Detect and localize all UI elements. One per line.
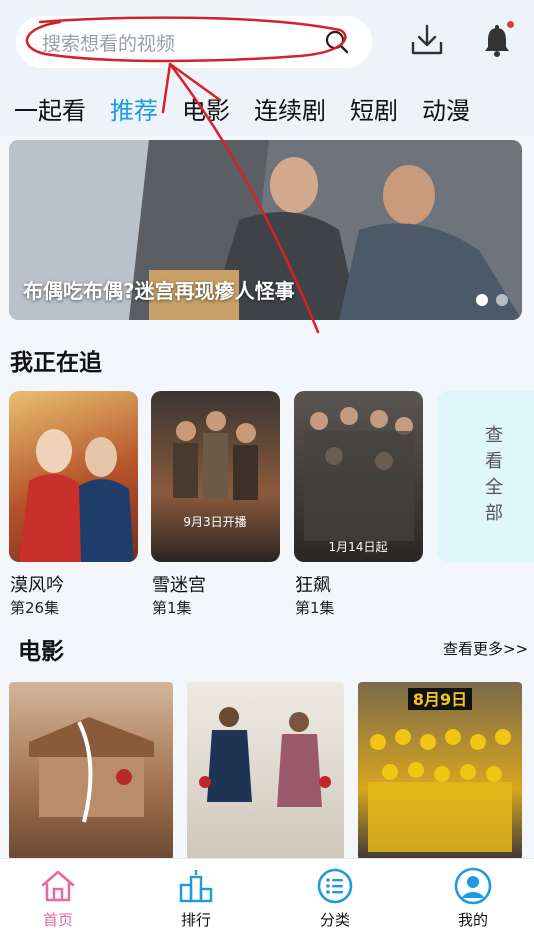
- movie-poster-3[interactable]: 8月9日: [358, 682, 522, 860]
- poster-date-text: 8月9日: [413, 690, 467, 709]
- poster-image: [199, 707, 331, 807]
- movies-more-link[interactable]: 查看更多>>: [443, 638, 528, 659]
- search-bar[interactable]: 搜索想看的视频: [16, 16, 372, 68]
- nav-category[interactable]: 分类: [285, 867, 385, 930]
- banner-caption: 布偶吃布偶?迷宫再现瘆人怪事: [23, 279, 295, 303]
- movies-section-title: 电影: [18, 639, 64, 665]
- movie-poster-2[interactable]: [187, 682, 344, 860]
- watching-poster-2[interactable]: 9月3日开播: [151, 391, 280, 562]
- home-icon: [41, 870, 75, 902]
- tab-recommend[interactable]: 推荐: [110, 91, 158, 126]
- hero-banner[interactable]: 布偶吃布偶?迷宫再现瘆人怪事: [9, 140, 522, 320]
- tab-series[interactable]: 连续剧: [254, 91, 326, 126]
- poster-image: 9月3日开播: [173, 411, 258, 529]
- view-all-label: 查看全部: [482, 424, 503, 529]
- poster-image: 8月9日: [368, 688, 512, 852]
- download-icon[interactable]: [409, 22, 445, 58]
- nav-home-label: 首页: [42, 911, 73, 929]
- poster-date-text: 9月3日开播: [183, 515, 246, 529]
- watching-poster-3[interactable]: 1月14日起: [294, 391, 423, 562]
- tab-movies[interactable]: 电影: [182, 91, 230, 126]
- poster-image: [29, 717, 154, 823]
- poster-image: 1月14日起: [304, 407, 414, 554]
- nav-profile-label: 我的: [457, 911, 488, 929]
- notification-dot: [507, 21, 514, 28]
- category-tabs: 一起看 推荐 电影 连续剧 短剧 动漫: [0, 80, 534, 136]
- carousel-indicator: [476, 294, 508, 306]
- watching-title-2[interactable]: 雪迷宫: [152, 571, 206, 597]
- top-bar: 搜索想看的视频: [0, 0, 534, 80]
- watching-episode-2: 第1集: [152, 599, 192, 617]
- poster-date-text: 1月14日起: [329, 540, 388, 554]
- watching-episode-1: 第26集: [10, 599, 60, 617]
- notification-button[interactable]: [482, 21, 514, 58]
- profile-icon: [454, 867, 492, 905]
- tab-short-drama[interactable]: 短剧: [350, 91, 398, 126]
- poster-image: [19, 429, 134, 562]
- search-input[interactable]: 搜索想看的视频: [42, 29, 324, 56]
- category-icon: [317, 868, 353, 904]
- tab-anime[interactable]: 动漫: [422, 91, 470, 126]
- tab-together[interactable]: 一起看: [14, 91, 86, 126]
- nav-home[interactable]: 首页: [8, 867, 108, 930]
- bell-icon: [485, 25, 509, 57]
- bottom-navigation: 首页 排行 分类 我的: [0, 858, 534, 935]
- nav-profile[interactable]: 我的: [423, 867, 523, 930]
- carousel-dot-active[interactable]: [476, 294, 488, 306]
- nav-ranking-label: 排行: [180, 911, 211, 929]
- carousel-dot[interactable]: [496, 294, 508, 306]
- watching-title-3[interactable]: 狂飙: [295, 571, 331, 597]
- watching-episode-3: 第1集: [295, 599, 335, 617]
- view-all-card[interactable]: 查看全部: [437, 391, 534, 562]
- nav-category-label: 分类: [319, 911, 350, 929]
- watching-poster-1[interactable]: [9, 391, 138, 562]
- search-icon[interactable]: [324, 29, 350, 55]
- watching-title-1[interactable]: 漠风吟: [10, 571, 64, 597]
- watching-section-title: 我正在追: [10, 350, 102, 376]
- nav-ranking[interactable]: 排行: [146, 867, 246, 930]
- movie-poster-1[interactable]: [9, 682, 173, 860]
- ranking-icon: [179, 870, 213, 903]
